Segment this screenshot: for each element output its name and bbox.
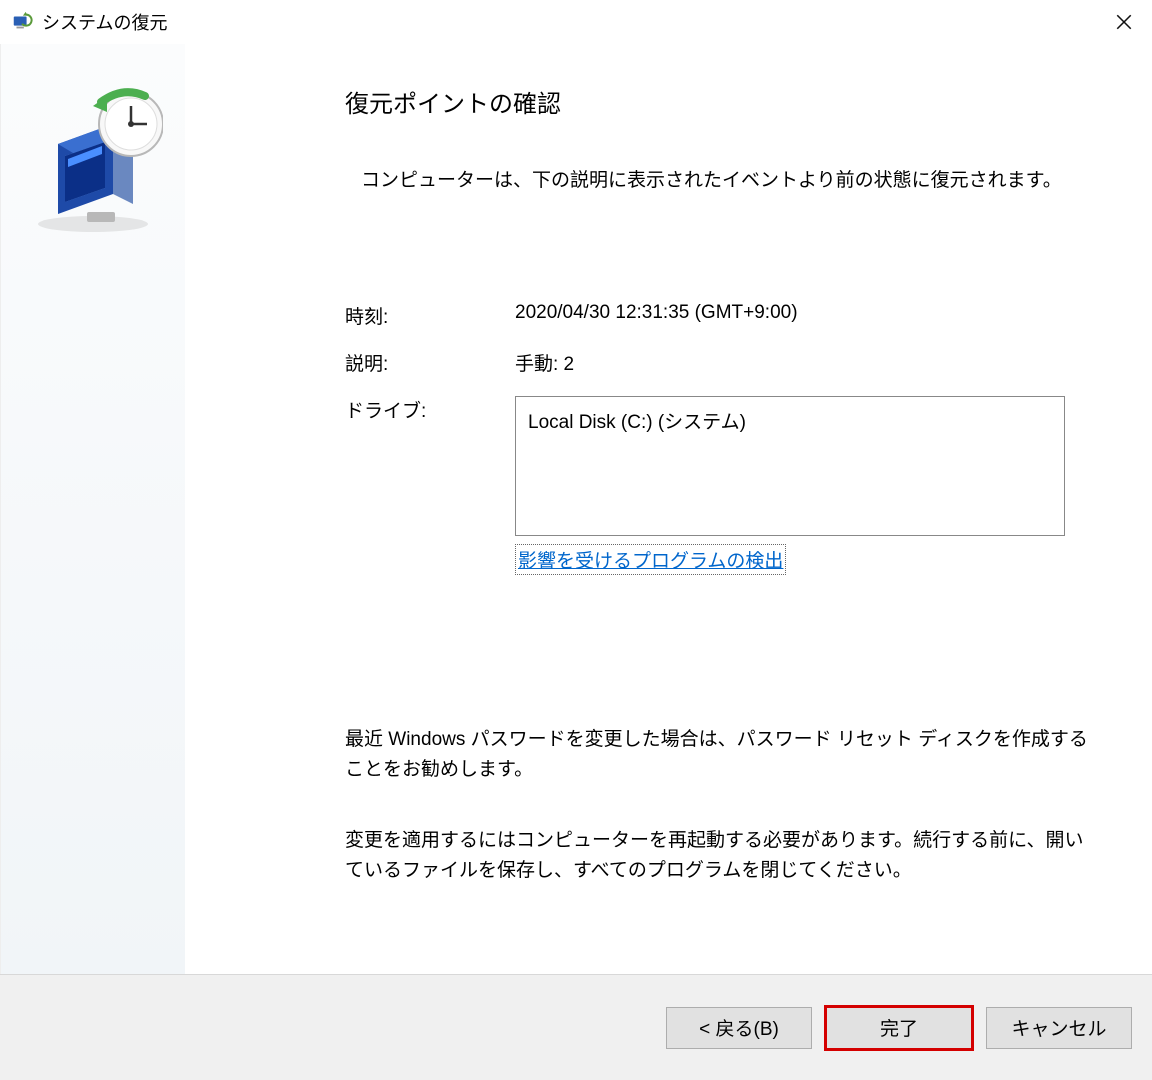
system-restore-title-icon — [10, 10, 34, 34]
cancel-button[interactable]: キャンセル — [986, 1007, 1132, 1049]
finish-button[interactable]: 完了 — [826, 1007, 972, 1049]
content-panel: 復元ポイントの確認 コンピューターは、下の説明に表示されたイベントより前の状態に… — [185, 44, 1152, 974]
restart-note: 変更を適用するにはコンピューターを再起動する必要があります。続行する前に、開いて… — [345, 826, 1092, 887]
intro-text: コンピューターは、下の説明に表示されたイベントより前の状態に復元されます。 — [345, 165, 1092, 192]
description-value: 手動: 2 — [515, 349, 1092, 376]
info-grid: 時刻: 2020/04/30 12:31:35 (GMT+9:00) 説明: 手… — [345, 302, 1092, 575]
scan-affected-programs-link[interactable]: 影響を受けるプログラムの検出 — [515, 544, 786, 575]
page-heading: 復元ポイントの確認 — [345, 84, 1092, 119]
description-label: 説明: — [345, 349, 515, 376]
drive-label: ドライブ: — [345, 396, 515, 575]
time-value: 2020/04/30 12:31:35 (GMT+9:00) — [515, 302, 1092, 329]
footer: < 戻る(B) 完了 キャンセル — [0, 974, 1152, 1080]
close-button[interactable] — [1096, 0, 1152, 44]
left-panel — [0, 44, 185, 974]
back-button[interactable]: < 戻る(B) — [666, 1007, 812, 1049]
time-label: 時刻: — [345, 302, 515, 329]
window-title: システムの復元 — [42, 9, 1096, 35]
system-restore-icon — [23, 84, 163, 234]
body-area: 復元ポイントの確認 コンピューターは、下の説明に表示されたイベントより前の状態に… — [0, 44, 1152, 974]
titlebar: システムの復元 — [0, 0, 1152, 44]
drive-list: Local Disk (C:) (システム) — [515, 396, 1065, 536]
password-note: 最近 Windows パスワードを変更した場合は、パスワード リセット ディスク… — [345, 725, 1092, 786]
